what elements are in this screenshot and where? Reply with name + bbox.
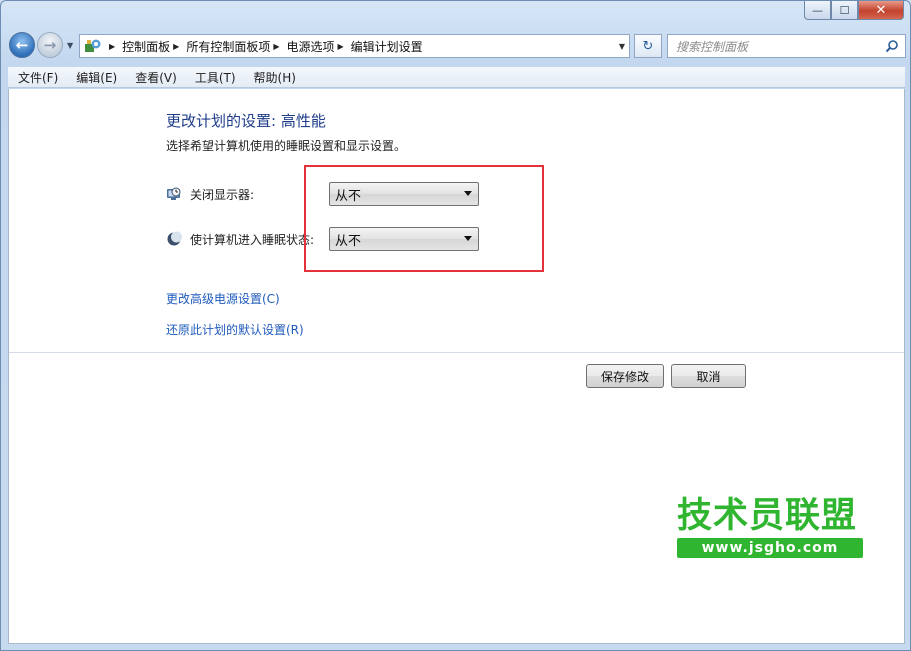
search-icon[interactable] <box>885 39 899 56</box>
arrow-left-icon: ← <box>15 36 29 54</box>
cancel-button[interactable]: 取消 <box>671 364 746 388</box>
navigation-row: ← → ▼ ▶ 控制面板 ▶ 所有控制面板项 ▶ 电源选项 ▶ 编辑计划设置 ▼… <box>7 29 906 63</box>
minimize-button[interactable]: — <box>804 1 831 20</box>
recent-pages-dropdown[interactable]: ▼ <box>67 41 73 50</box>
menu-view[interactable]: 查看(V) <box>125 69 185 86</box>
breadcrumb-power-options[interactable]: 电源选项 <box>287 38 335 55</box>
breadcrumb-separator-icon[interactable]: ▶ <box>173 42 179 51</box>
breadcrumb-all-items[interactable]: 所有控制面板项 <box>186 38 270 55</box>
setting-sleep: 使计算机进入睡眠状态: <box>166 227 314 251</box>
forward-button[interactable]: → <box>37 32 63 58</box>
page-description: 选择希望计算机使用的睡眠设置和显示设置。 <box>166 139 407 153</box>
advanced-power-settings-link[interactable]: 更改高级电源设置(C) <box>166 290 280 307</box>
menu-bar: 文件(F) 编辑(E) 查看(V) 工具(T) 帮助(H) <box>8 67 905 88</box>
menu-tools[interactable]: 工具(T) <box>185 69 244 86</box>
window: — ☐ ✕ ← → ▼ ▶ 控制面板 ▶ 所有控制面板项 ▶ 电源选项 ▶ 编辑… <box>0 0 911 651</box>
save-changes-button[interactable]: 保存修改 <box>586 364 664 388</box>
setting-display-off: 关闭显示器: <box>166 182 254 206</box>
breadcrumb-edit-plan[interactable]: 编辑计划设置 <box>351 38 423 55</box>
restore-defaults-link[interactable]: 还原此计划的默认设置(R) <box>166 321 304 338</box>
menu-help[interactable]: 帮助(H) <box>244 69 304 86</box>
caption-buttons: — ☐ ✕ <box>804 1 904 21</box>
display-off-label: 关闭显示器: <box>190 187 255 202</box>
red-highlight-box <box>304 165 544 272</box>
back-button[interactable]: ← <box>9 32 35 58</box>
address-bar[interactable]: ▶ 控制面板 ▶ 所有控制面板项 ▶ 电源选项 ▶ 编辑计划设置 ▼ <box>79 34 630 58</box>
control-panel-icon <box>84 38 102 54</box>
moon-icon <box>166 231 182 247</box>
refresh-button[interactable]: ↻ <box>634 34 662 58</box>
menu-file[interactable]: 文件(F) <box>8 69 66 86</box>
watermark-logo: 技术员联盟 www.jsgho.com <box>677 496 867 558</box>
refresh-icon: ↻ <box>642 38 654 54</box>
breadcrumb-separator-icon: ▶ <box>109 41 116 51</box>
content-pane: 更改计划的设置: 高性能 选择希望计算机使用的睡眠设置和显示设置。 关闭显示器:… <box>8 89 905 644</box>
arrow-right-icon: → <box>43 36 57 54</box>
breadcrumb-separator-icon[interactable]: ▶ <box>273 42 279 51</box>
watermark-title: 技术员联盟 <box>677 496 858 536</box>
page-title: 更改计划的设置: 高性能 <box>166 112 326 130</box>
watermark-url: www.jsgho.com <box>677 538 863 558</box>
maximize-button[interactable]: ☐ <box>831 1 858 20</box>
search-placeholder: 搜索控制面板 <box>676 39 749 54</box>
search-box[interactable]: 搜索控制面板 <box>667 34 906 58</box>
close-button[interactable]: ✕ <box>858 1 904 20</box>
breadcrumb-separator-icon[interactable]: ▶ <box>338 42 344 51</box>
breadcrumb-control-panel[interactable]: 控制面板 <box>122 38 170 55</box>
menu-edit[interactable]: 编辑(E) <box>66 69 125 86</box>
monitor-clock-icon <box>166 186 182 202</box>
address-dropdown-icon[interactable]: ▼ <box>619 42 625 51</box>
sleep-label: 使计算机进入睡眠状态: <box>190 232 315 247</box>
divider <box>9 352 904 353</box>
